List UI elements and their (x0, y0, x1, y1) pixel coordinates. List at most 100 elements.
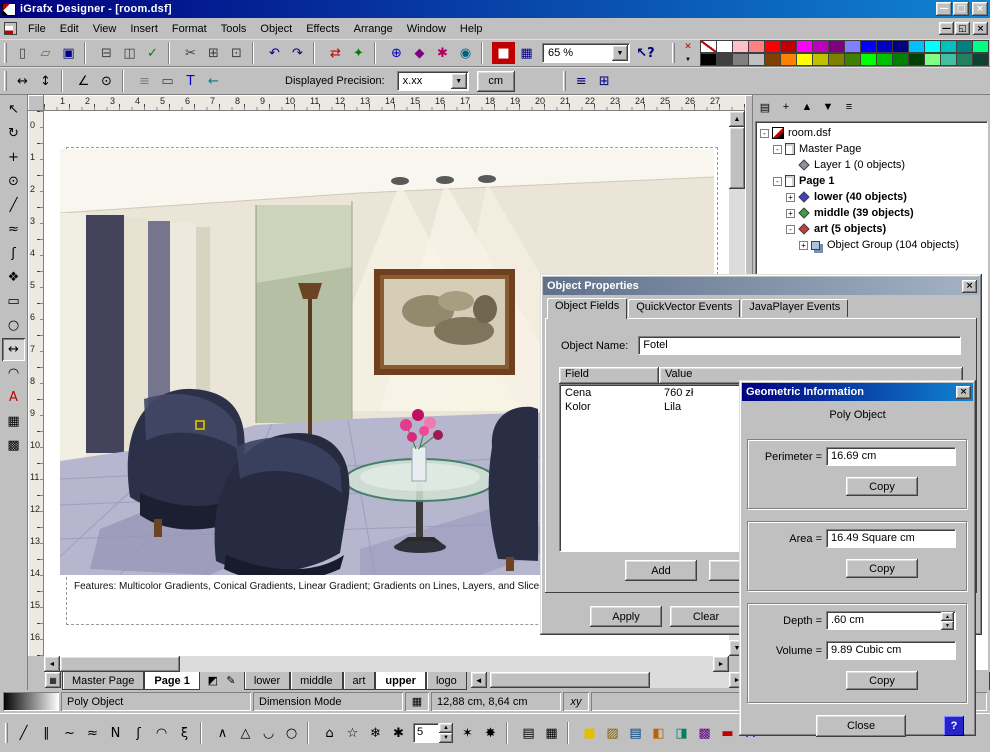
menu-item-format[interactable]: Format (165, 21, 214, 37)
menu-item-file[interactable]: File (21, 21, 53, 37)
toolbar-grip[interactable] (4, 71, 7, 91)
style-preview[interactable] (3, 692, 59, 711)
color-swatch[interactable] (940, 40, 957, 53)
scroll-right-icon[interactable]: ► (713, 656, 729, 672)
star-burst-icon[interactable]: ✶ (456, 722, 479, 744)
close-button[interactable]: Close (816, 715, 906, 737)
copy-volume-button[interactable]: Copy (846, 671, 918, 690)
behavior-icon[interactable]: ✱ (431, 42, 454, 64)
open-folder-icon[interactable]: ▱ (34, 42, 57, 64)
spell-check-icon[interactable]: ✓ (141, 42, 164, 64)
point-count-stepper[interactable]: 5 ▲ ▼ (413, 723, 453, 743)
web-publish-icon[interactable]: ◉ (454, 42, 477, 64)
menu-item-object[interactable]: Object (253, 21, 299, 37)
color-swatch[interactable] (860, 53, 877, 66)
color-swatch[interactable] (780, 40, 797, 53)
polyline-icon[interactable]: ∧ (211, 722, 234, 744)
line-freehand-icon[interactable]: ╱ (12, 722, 35, 744)
ruler-icon[interactable]: ▭ (156, 70, 179, 92)
spin-up-icon[interactable]: ▲ (439, 723, 453, 733)
color-swatch[interactable] (908, 53, 925, 66)
color-swatch[interactable] (700, 53, 717, 66)
color-swatch[interactable] (956, 53, 973, 66)
spin-up-icon[interactable]: ▲ (941, 612, 954, 621)
dimension-vertical-icon[interactable]: ↕ (34, 70, 57, 92)
chart-tool-icon[interactable]: ▦ (2, 410, 25, 433)
dimension-line-icon[interactable]: ↔ (11, 70, 34, 92)
tree-item[interactable]: -room.dsf (758, 125, 987, 141)
format-painter-icon[interactable]: ⇄ (324, 42, 347, 64)
tab-list-icon[interactable]: ▦ (45, 672, 61, 688)
layer-tab-upper[interactable]: upper (375, 672, 426, 690)
color-swatch[interactable] (732, 53, 749, 66)
gradient-v-icon[interactable]: ◨ (670, 722, 693, 744)
panel-down-icon[interactable]: ▼ (818, 98, 838, 116)
quickvector-icon[interactable]: ◆ (408, 42, 431, 64)
maximize-icon[interactable]: □ (953, 2, 969, 16)
unit-button[interactable]: cm (477, 71, 515, 92)
panel-pages-icon[interactable]: ▤ (755, 98, 775, 116)
panel-up-icon[interactable]: ▲ (797, 98, 817, 116)
redo-icon[interactable]: ↷ (286, 42, 309, 64)
toolbar-grip[interactable] (5, 723, 8, 743)
tree-item[interactable]: -art (5 objects) (758, 221, 987, 237)
ruler-origin-button[interactable] (28, 95, 44, 111)
closed-curve-icon[interactable]: ○ (280, 722, 303, 744)
color-swatch[interactable] (972, 53, 989, 66)
color-swatch[interactable] (924, 53, 941, 66)
color-swatch[interactable] (828, 40, 845, 53)
undo-icon[interactable]: ↶ (263, 42, 286, 64)
vertical-ruler[interactable]: 012345678910111213141516 (28, 111, 44, 656)
color-swatch[interactable] (764, 40, 781, 53)
curve-wave-icon[interactable]: ~ (58, 722, 81, 744)
tree-expander-icon[interactable]: + (786, 209, 795, 218)
color-swatch[interactable] (748, 40, 765, 53)
color-swatch[interactable] (764, 53, 781, 66)
transform-tool-icon[interactable]: + (2, 146, 25, 169)
menu-item-effects[interactable]: Effects (299, 21, 346, 37)
color-swatch[interactable] (892, 40, 909, 53)
text-tool-icon[interactable]: A (2, 386, 25, 409)
color-swatch[interactable] (716, 53, 733, 66)
print-preview-icon[interactable]: ◫ (118, 42, 141, 64)
fill-mode-icon[interactable]: ▼ (679, 53, 697, 66)
back-arrow-icon[interactable]: ← (202, 70, 225, 92)
fill-pattern-icon[interactable]: ▨ (601, 722, 624, 744)
save-icon[interactable]: ▣ (57, 42, 80, 64)
close-icon[interactable]: × (972, 2, 988, 16)
color-swatch[interactable] (940, 53, 957, 66)
point-count-value[interactable]: 5 (413, 723, 439, 743)
color-swatch[interactable] (828, 53, 845, 66)
color-swatch[interactable] (732, 40, 749, 53)
toolbar-grip[interactable] (563, 71, 566, 91)
menu-item-help[interactable]: Help (453, 21, 490, 37)
color-swatch[interactable] (956, 40, 973, 53)
tree-expander-icon[interactable]: - (773, 145, 782, 154)
context-help-icon[interactable]: ↖? (634, 42, 657, 64)
arc-tool-icon[interactable]: ◠ (2, 362, 25, 385)
color-swatch[interactable] (716, 40, 733, 53)
geometric-information-title-bar[interactable]: Geometric Information × (742, 383, 973, 401)
tab-object-fields[interactable]: Object Fields (547, 298, 627, 319)
page-tab-master-page[interactable]: Master Page (62, 672, 144, 690)
tree-expander-icon[interactable]: + (786, 193, 795, 202)
help-button[interactable]: ? (944, 716, 964, 736)
status-grid-icon[interactable]: ▦ (405, 692, 429, 711)
fill-tool-icon[interactable]: ▩ (2, 434, 25, 457)
snowflake-icon[interactable]: ❄ (364, 722, 387, 744)
tree-expander-icon[interactable]: + (799, 241, 808, 250)
color-swatch[interactable] (748, 53, 765, 66)
copy-area-button[interactable]: Copy (846, 559, 918, 578)
color-swatch[interactable] (876, 40, 893, 53)
color-swatch[interactable] (908, 40, 925, 53)
horizontal-ruler[interactable]: 1234567891011121314151617181920212223242… (44, 95, 745, 111)
snap-grid-icon[interactable]: ⊞ (593, 70, 616, 92)
vertical-scroll-thumb[interactable] (729, 127, 745, 189)
zoom-dropdown-icon[interactable]: ▼ (612, 45, 628, 61)
new-document-icon[interactable]: ▯ (11, 42, 34, 64)
object-properties-title-bar[interactable]: Object Properties × (543, 277, 979, 295)
line-tool-icon[interactable]: ╱ (2, 194, 25, 217)
bottom-scrollbar[interactable]: ► (490, 672, 745, 688)
rotate-tool-icon[interactable]: ↻ (2, 122, 25, 145)
record-icon[interactable]: ■ (492, 42, 515, 64)
